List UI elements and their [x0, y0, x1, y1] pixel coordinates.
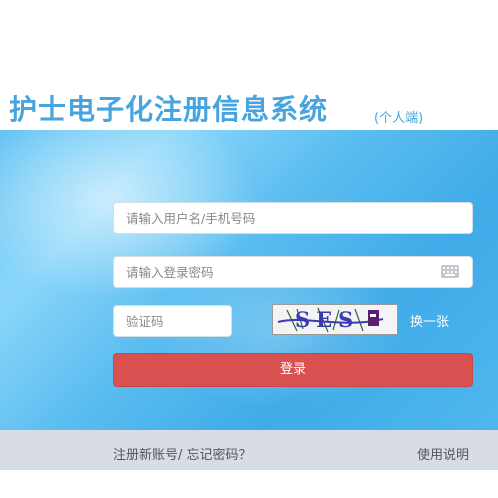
- register-link[interactable]: 注册新账号/: [113, 448, 182, 463]
- captcha-input[interactable]: [113, 305, 232, 337]
- username-input[interactable]: [113, 202, 473, 234]
- header: 护士电子化注册信息系统 (个人端): [0, 0, 498, 130]
- page-subtitle: (个人端): [374, 111, 424, 126]
- forgot-password-link[interactable]: 忘记密码？: [187, 448, 252, 463]
- page-title: 护士电子化注册信息系统: [9, 93, 329, 126]
- footer-links: 注册新账号/ 忘记密码？: [113, 444, 252, 463]
- password-input[interactable]: [113, 256, 473, 288]
- refresh-captcha-link[interactable]: 换一张: [410, 311, 449, 330]
- login-button[interactable]: 登录: [113, 353, 473, 387]
- captcha-image[interactable]: SES: [272, 304, 398, 335]
- keyboard-icon[interactable]: [441, 265, 459, 278]
- captcha-text: SES: [295, 307, 359, 332]
- help-link[interactable]: 使用说明: [417, 444, 469, 463]
